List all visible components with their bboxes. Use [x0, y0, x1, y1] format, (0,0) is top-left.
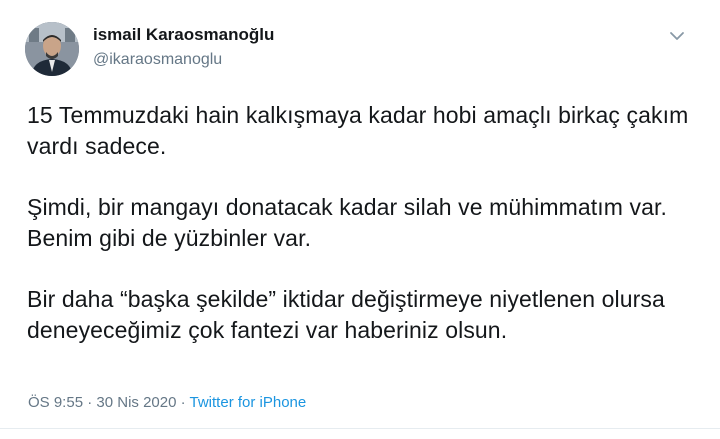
chevron-down-icon[interactable]: [666, 25, 688, 47]
tweet-time[interactable]: ÖS 9:55: [28, 394, 83, 411]
meta-separator: ·: [176, 394, 190, 411]
meta-separator: ·: [83, 394, 97, 411]
tweet-date[interactable]: 30 Nis 2020: [96, 394, 176, 411]
tweet-paragraph: 15 Temmuzdaki hain kalkışmaya kadar hobi…: [27, 102, 689, 159]
avatar[interactable]: [25, 22, 79, 76]
tweet-meta: ÖS 9:55 · 30 Nis 2020 · Twitter for iPho…: [28, 394, 306, 411]
tweet-paragraph: Şimdi, bir mangayı donatacak kadar silah…: [27, 194, 667, 251]
tweet-source-link[interactable]: Twitter for iPhone: [190, 394, 307, 411]
profile-photo-icon: [25, 22, 79, 76]
tweet-card: ismail Karaosmanoğlu @ikaraosmanoglu 15 …: [0, 0, 720, 439]
tweet-text: 15 Temmuzdaki hain kalkışmaya kadar hobi…: [27, 100, 699, 346]
divider: [0, 428, 720, 429]
user-handle[interactable]: @ikaraosmanoglu: [93, 51, 222, 69]
tweet-paragraph: Bir daha “başka şekilde” iktidar değişti…: [27, 286, 665, 343]
display-name[interactable]: ismail Karaosmanoğlu: [93, 25, 274, 45]
